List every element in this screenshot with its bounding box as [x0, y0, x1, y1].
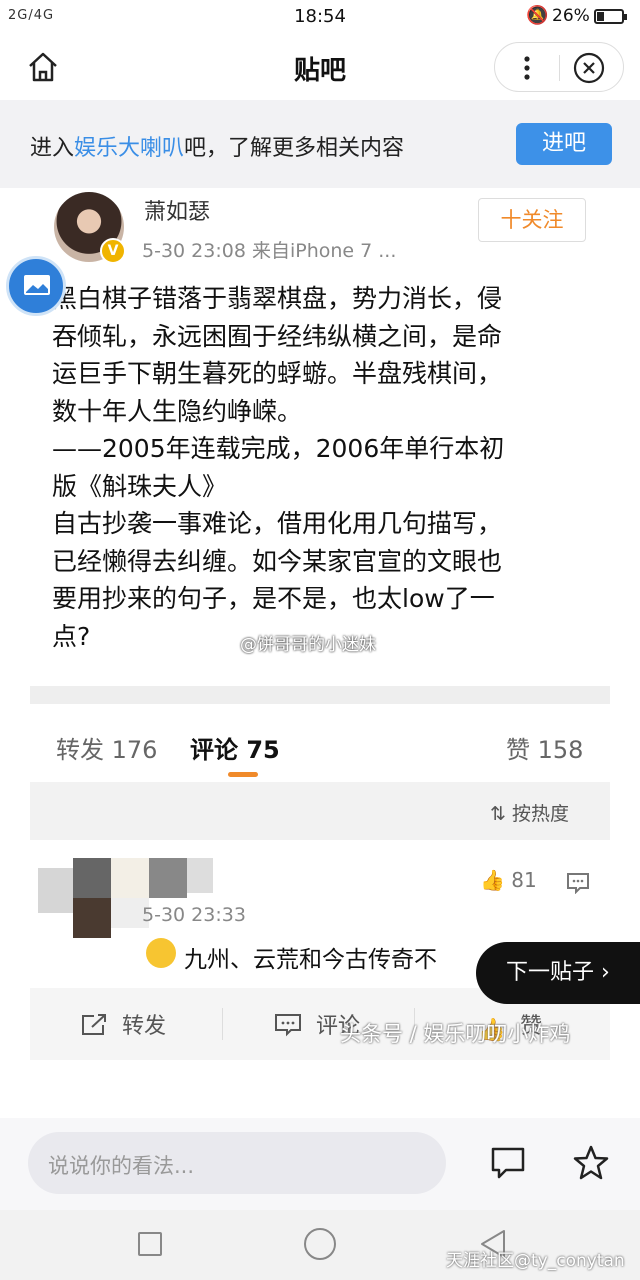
enter-forum-text: 进入娱乐大喇叭吧，了解更多相关内容 — [30, 136, 405, 161]
repost-action[interactable]: 转发 — [80, 1008, 166, 1040]
share-icon — [82, 1014, 106, 1035]
section-divider — [30, 686, 610, 704]
thumbs-up-icon: 👍 — [480, 868, 505, 892]
image-float-button[interactable] — [6, 256, 66, 316]
status-bar: 2G/4G 18:54 🔕 26% — [0, 0, 640, 36]
active-tab-indicator — [228, 772, 258, 777]
image-icon — [24, 275, 50, 295]
enter-forum-button[interactable]: 进吧 — [516, 123, 612, 165]
toutiao-watermark: 头条号 / 娱乐叨叨小炸鸡 — [340, 1022, 571, 1046]
post-body: 黑白棋子错落于翡翠棋盘，势力消长，侵 吞倾轧，永远困囿于经纬纵横之间，是命 运巨… — [52, 284, 505, 651]
battery-percent: 26% — [552, 6, 590, 26]
follow-button[interactable]: 十关注 — [478, 198, 586, 242]
tab-repost[interactable]: 转发 176 — [56, 730, 157, 765]
sort-icon: ⇅ — [490, 803, 506, 825]
forum-link[interactable]: 娱乐大喇叭 — [74, 136, 184, 161]
comment-input[interactable]: 说说你的看法... — [28, 1132, 446, 1194]
enter-forum-bar: 进入娱乐大喇叭吧，了解更多相关内容 进吧 — [0, 100, 640, 188]
comment-input-placeholder: 说说你的看法... — [48, 1154, 195, 1178]
home-button[interactable] — [304, 1228, 336, 1260]
system-nav-bar: 天涯社区@ty_conytan — [0, 1210, 640, 1280]
mute-bell-icon: 🔕 — [526, 5, 549, 26]
comments-icon[interactable] — [490, 1146, 526, 1180]
comment-icon — [275, 1014, 301, 1037]
app-header: 贴吧 — [0, 36, 640, 100]
comment-time: 5-30 23:33 — [142, 904, 246, 926]
tab-comment[interactable]: 评论 75 — [190, 730, 280, 765]
interaction-tabs: 转发 176 评论 75 赞 158 — [30, 704, 610, 782]
capsule-divider — [559, 55, 560, 81]
comment-text: 九州、云荒和今古传奇不 — [184, 947, 437, 973]
reply-input-bar: 说说你的看法... — [0, 1118, 640, 1210]
comment-reply-icon[interactable] — [566, 872, 590, 894]
battery-icon — [594, 9, 627, 24]
star-icon[interactable] — [572, 1144, 610, 1182]
mini-program-capsule — [494, 42, 624, 92]
close-icon[interactable] — [573, 52, 605, 84]
weibo-watermark: @饼哥哥的小迷妹 — [240, 635, 376, 655]
verified-badge-icon: V — [100, 238, 126, 264]
sort-by-hot-button[interactable]: ⇅ 按热度 — [490, 799, 569, 826]
action-divider — [222, 1008, 223, 1040]
sort-bar: ⇅ 按热度 — [30, 782, 610, 840]
recent-apps-button[interactable] — [138, 1232, 162, 1256]
post-card: V 萧如瑟 5-30 23:08 来自iPhone 7 ... 十关注 黑白棋子… — [30, 188, 610, 710]
tianya-watermark: 天涯社区@ty_conytan — [446, 1251, 625, 1271]
author-name[interactable]: 萧如瑟 — [144, 194, 210, 226]
more-icon[interactable] — [517, 53, 537, 83]
next-post-button[interactable]: 下一贴子 › — [476, 942, 640, 1004]
comment-like-button[interactable]: 👍 81 — [480, 868, 537, 892]
post-meta: 5-30 23:08 来自iPhone 7 ... — [142, 240, 397, 262]
tab-like[interactable]: 赞 158 — [506, 730, 583, 765]
